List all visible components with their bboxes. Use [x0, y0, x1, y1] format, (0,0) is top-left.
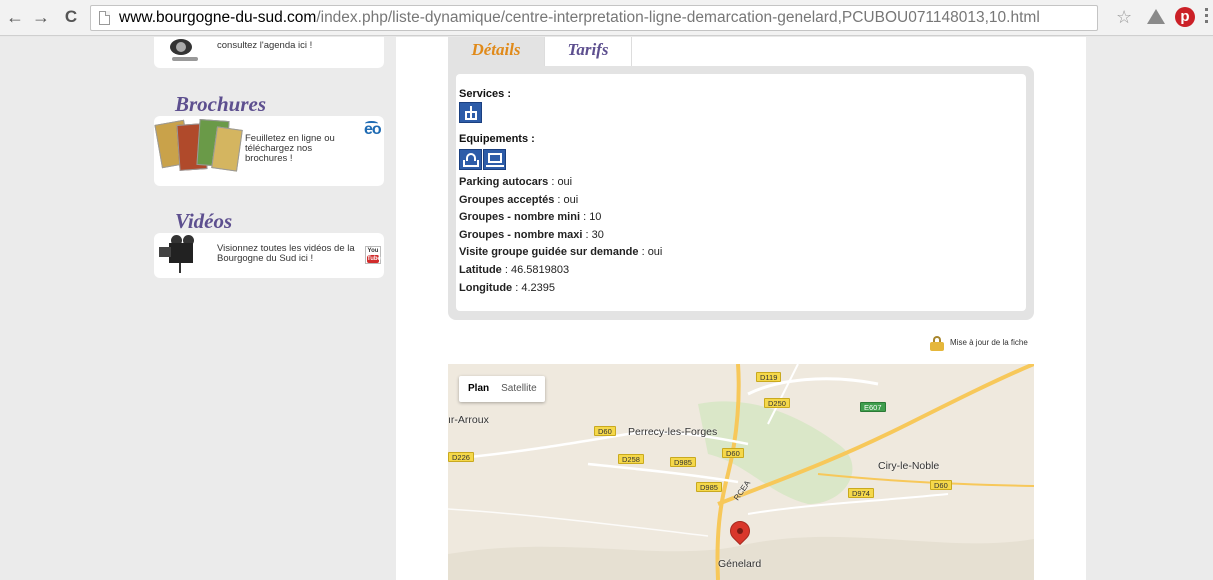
- pinterest-extension-icon[interactable]: p: [1175, 7, 1195, 27]
- info-row: Latitude : 46.5819803: [459, 263, 570, 276]
- details-panel: Services : Equipements : Parking autocar…: [448, 66, 1034, 320]
- map-marker-icon[interactable]: [725, 516, 755, 551]
- browser-menu-icon[interactable]: [1205, 8, 1209, 26]
- road-badge: D226: [448, 452, 474, 462]
- road-badge: D250: [764, 398, 790, 408]
- info-row: Groupes - nombre maxi : 30: [459, 228, 604, 241]
- url-text[interactable]: www.bourgogne-du-sud.com/index.php/liste…: [119, 9, 1040, 27]
- info-row: Longitude : 4.2395: [459, 281, 555, 294]
- youtube-tube-text: Tube: [367, 255, 381, 263]
- info-row: Groupes acceptés : oui: [459, 193, 579, 206]
- videos-box[interactable]: Visionnez toutes les vidéos de la Bourgo…: [154, 233, 384, 278]
- info-row: Groupes - nombre mini : 10: [459, 211, 602, 224]
- back-arrow-icon[interactable]: ←: [4, 5, 26, 29]
- details-info-list: Parking autocars : oui Groupes acceptés …: [459, 174, 662, 297]
- map-place-ciry: Ciry-le-Noble: [878, 460, 940, 472]
- services-label: Services :: [459, 88, 511, 100]
- map-place-arroux: ır-Arroux: [448, 414, 489, 426]
- road-badge: D119: [756, 372, 782, 382]
- page-body: consultez l'agenda ici ! Brochures Feuil…: [0, 37, 1213, 580]
- webcam-icon: [164, 37, 204, 63]
- road-badge: D985: [670, 457, 696, 467]
- agenda-link-text[interactable]: consultez l'agenda ici !: [217, 40, 312, 51]
- tab-details[interactable]: Détails: [448, 37, 544, 68]
- videos-heading: Vidéos: [175, 209, 233, 233]
- page-icon: [99, 11, 110, 25]
- map-place-genelard: Génelard: [718, 558, 762, 570]
- lock-icon: [930, 336, 944, 351]
- brochures-box[interactable]: Feuilletez en ligne ou téléchargez nos b…: [154, 116, 384, 186]
- map-type-plan-button[interactable]: Plan: [459, 376, 495, 402]
- road-badge: D60: [594, 426, 616, 436]
- update-listing-text[interactable]: Mise à jour de la fiche: [950, 338, 1028, 347]
- bookmark-star-icon[interactable]: ☆: [1116, 6, 1132, 28]
- tab-tarifs[interactable]: Tarifs: [544, 37, 632, 68]
- eo-logo-icon[interactable]: eo: [364, 121, 382, 139]
- road-badge: E607: [860, 402, 886, 412]
- forward-arrow-icon[interactable]: →: [30, 5, 52, 29]
- info-row: Parking autocars : oui: [459, 176, 573, 188]
- video-camera-icon: [159, 235, 207, 273]
- url-domain: www.bourgogne-du-sud.com: [119, 9, 317, 26]
- drive-extension-icon[interactable]: [1147, 9, 1165, 24]
- brochures-image[interactable]: [154, 116, 243, 178]
- projection-screen-icon: [483, 149, 506, 170]
- videos-link-text[interactable]: Visionnez toutes les vidéos de la Bourgo…: [217, 244, 362, 264]
- brochures-heading: Brochures: [175, 92, 267, 116]
- address-bar[interactable]: www.bourgogne-du-sud.com/index.php/liste…: [90, 5, 1098, 31]
- brochures-link-text[interactable]: Feuilletez en ligne ou téléchargez nos b…: [245, 134, 349, 164]
- agenda-box[interactable]: consultez l'agenda ici !: [154, 37, 384, 68]
- road-badge: D258: [618, 454, 644, 464]
- equipements-label: Equipements :: [459, 133, 535, 145]
- map-place-perrecy: Perrecy-les-Forges: [628, 426, 718, 438]
- details-content: Services : Equipements : Parking autocar…: [456, 74, 1026, 311]
- road-badge: D60: [930, 480, 952, 490]
- map[interactable]: Plan Satellite ır-Arroux Perrecy-les-Forg…: [448, 364, 1034, 580]
- gift-shop-icon: [459, 102, 482, 123]
- youtube-icon[interactable]: You Tube: [365, 246, 381, 264]
- map-type-satellite-button[interactable]: Satellite: [495, 376, 545, 402]
- map-type-control: Plan Satellite: [459, 376, 545, 402]
- road-badge: D60: [722, 448, 744, 458]
- road-badge: D974: [848, 488, 874, 498]
- info-row: Visite groupe guidée sur demande : oui: [459, 246, 663, 259]
- road-badge: D985: [696, 482, 722, 492]
- picnic-basket-icon: [459, 149, 482, 170]
- reload-icon[interactable]: C: [60, 5, 82, 29]
- browser-toolbar: ← → C www.bourgogne-du-sud.com/index.php…: [0, 0, 1213, 36]
- url-path: /index.php/liste-dynamique/centre-interp…: [316, 9, 1040, 26]
- youtube-you-text: You: [367, 248, 379, 254]
